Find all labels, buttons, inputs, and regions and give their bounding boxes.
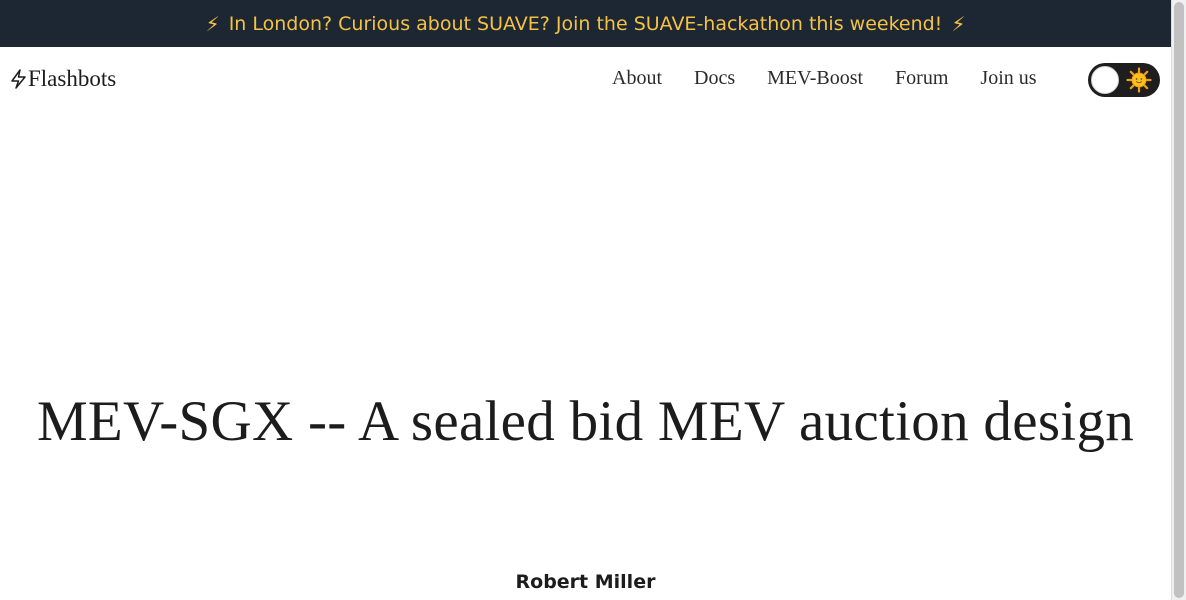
navbar: Flashbots About Docs MEV-Boost Forum Joi… <box>0 47 1171 113</box>
lightning-bolt-icon: ⚡ <box>205 11 220 36</box>
toggle-knob <box>1091 66 1119 94</box>
lightning-bolt-icon <box>11 69 26 89</box>
sun-icon <box>1126 67 1152 93</box>
page: ⚡ In London? Curious about SUAVE? Join t… <box>0 0 1171 600</box>
main-nav: About Docs MEV-Boost Forum Join us <box>612 67 1037 90</box>
nav-about[interactable]: About <box>612 67 662 90</box>
nav-forum[interactable]: Forum <box>895 67 948 90</box>
nav-docs[interactable]: Docs <box>694 67 735 90</box>
article-author: Robert Miller <box>515 571 656 593</box>
banner-text[interactable]: In London? Curious about SUAVE? Join the… <box>229 13 943 35</box>
scrollbar-thumb[interactable] <box>1174 2 1184 598</box>
lightning-bolt-icon: ⚡ <box>951 11 966 36</box>
nav-mev-boost[interactable]: MEV-Boost <box>767 67 863 90</box>
logo-link[interactable]: Flashbots <box>10 66 116 92</box>
announcement-banner[interactable]: ⚡ In London? Curious about SUAVE? Join t… <box>0 0 1171 47</box>
article-title: MEV-SGX -- A sealed bid MEV auction desi… <box>36 390 1135 453</box>
theme-toggle[interactable] <box>1088 63 1160 97</box>
logo-text: Flashbots <box>28 66 117 91</box>
page-scrollbar[interactable] <box>1171 0 1186 600</box>
nav-join-us[interactable]: Join us <box>980 67 1036 90</box>
